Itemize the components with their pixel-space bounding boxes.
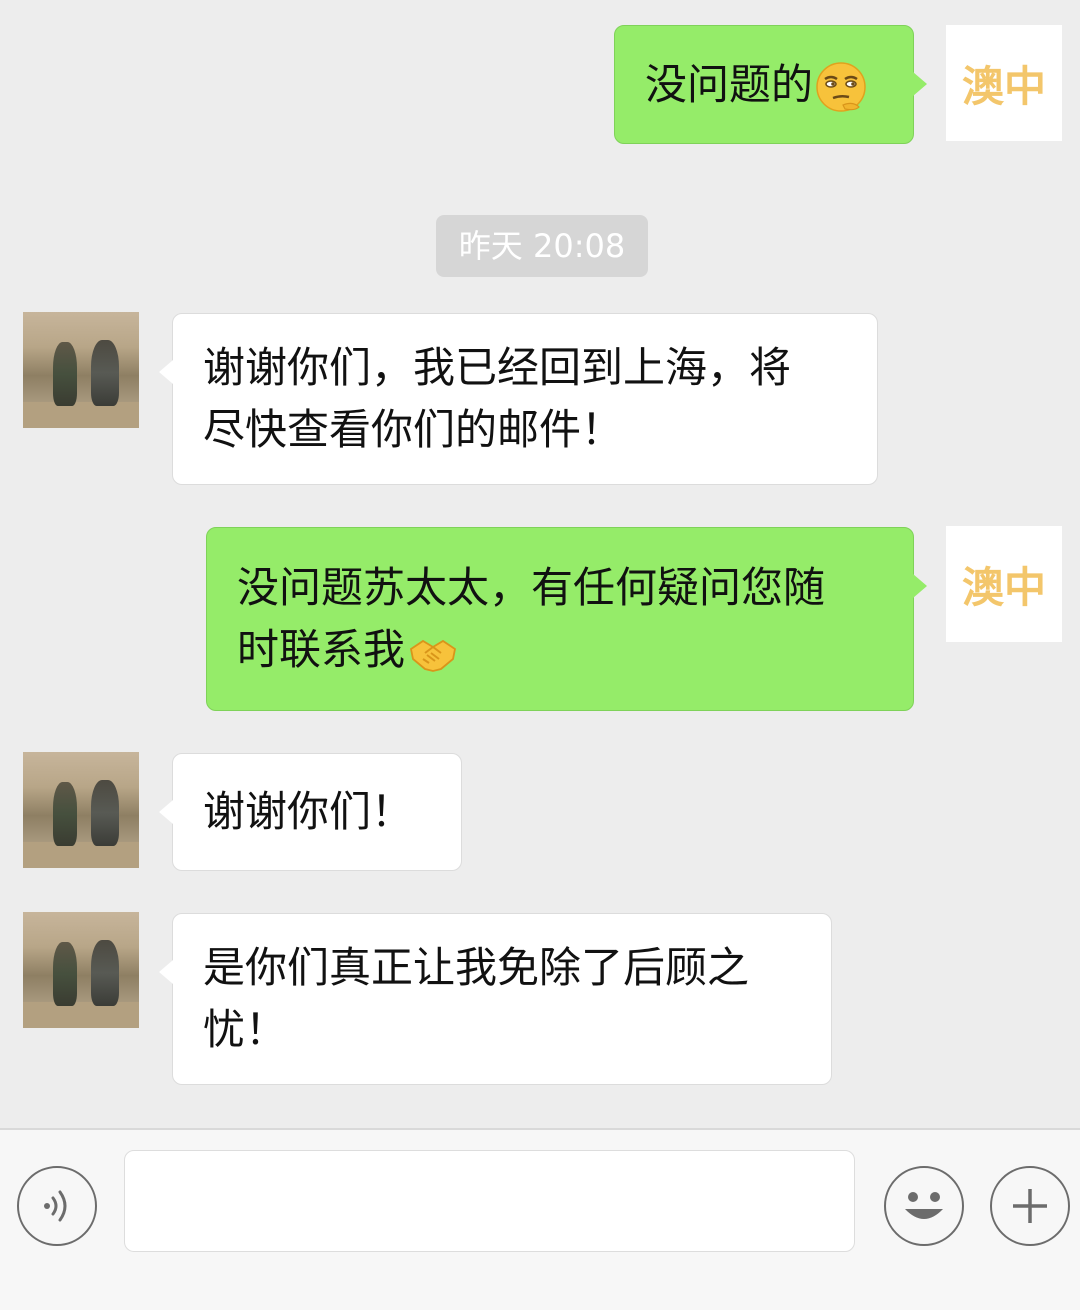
message-bubble-other[interactable]: 是你们真正让我免除了后顾之 忧！ xyxy=(159,913,832,1085)
bubble-tail xyxy=(159,960,173,984)
message-text: 谢谢你们，我已经回到上海，将 尽快查看你们的邮件！ xyxy=(203,343,792,454)
plus-icon xyxy=(1013,1189,1047,1223)
avatar-other[interactable] xyxy=(23,912,139,1028)
smiley-icon xyxy=(905,1192,943,1219)
message-text: 谢谢你们！ xyxy=(203,787,414,836)
smirk-emoji-icon xyxy=(816,62,866,112)
message-bubble-self[interactable]: 没问题的 xyxy=(614,25,927,144)
plus-button[interactable] xyxy=(990,1166,1070,1246)
avatar-self[interactable]: 澳中 xyxy=(946,25,1062,141)
message-text: 是你们真正让我免除了后顾之 忧！ xyxy=(203,943,750,1054)
handshake-emoji-icon xyxy=(410,639,457,672)
bubble-tail xyxy=(913,574,927,598)
bubble-tail xyxy=(159,800,173,824)
message-bubble-self[interactable]: 没问题苏太太，有任何疑问您随 时联系我 xyxy=(206,527,927,711)
voice-icon xyxy=(44,1190,67,1222)
message-text: 没问题苏太太，有任何疑问您随 时联系我 xyxy=(237,557,825,681)
avatar-other[interactable] xyxy=(23,752,139,868)
message-text: 没问题的 xyxy=(645,54,867,116)
message-input[interactable] xyxy=(124,1150,855,1252)
timestamp: 昨天 20:08 xyxy=(436,215,648,277)
input-bar xyxy=(0,1128,1080,1310)
message-bubble-other[interactable]: 谢谢你们！ xyxy=(159,753,462,871)
avatar-other[interactable] xyxy=(23,312,139,428)
emoji-button[interactable] xyxy=(884,1166,964,1246)
bubble-tail xyxy=(913,72,927,96)
bubble-tail xyxy=(159,360,173,384)
chat-area: 没问题的 澳中 昨天 20:08 谢谢你们，我已经回到上海，将 尽快查看你们的邮… xyxy=(0,0,1080,1128)
voice-button[interactable] xyxy=(17,1166,97,1246)
avatar-brand-text: 澳中 xyxy=(961,562,1046,612)
avatar-brand-text: 澳中 xyxy=(961,61,1046,111)
message-bubble-other[interactable]: 谢谢你们，我已经回到上海，将 尽快查看你们的邮件！ xyxy=(159,313,878,485)
avatar-self[interactable]: 澳中 xyxy=(946,526,1062,642)
